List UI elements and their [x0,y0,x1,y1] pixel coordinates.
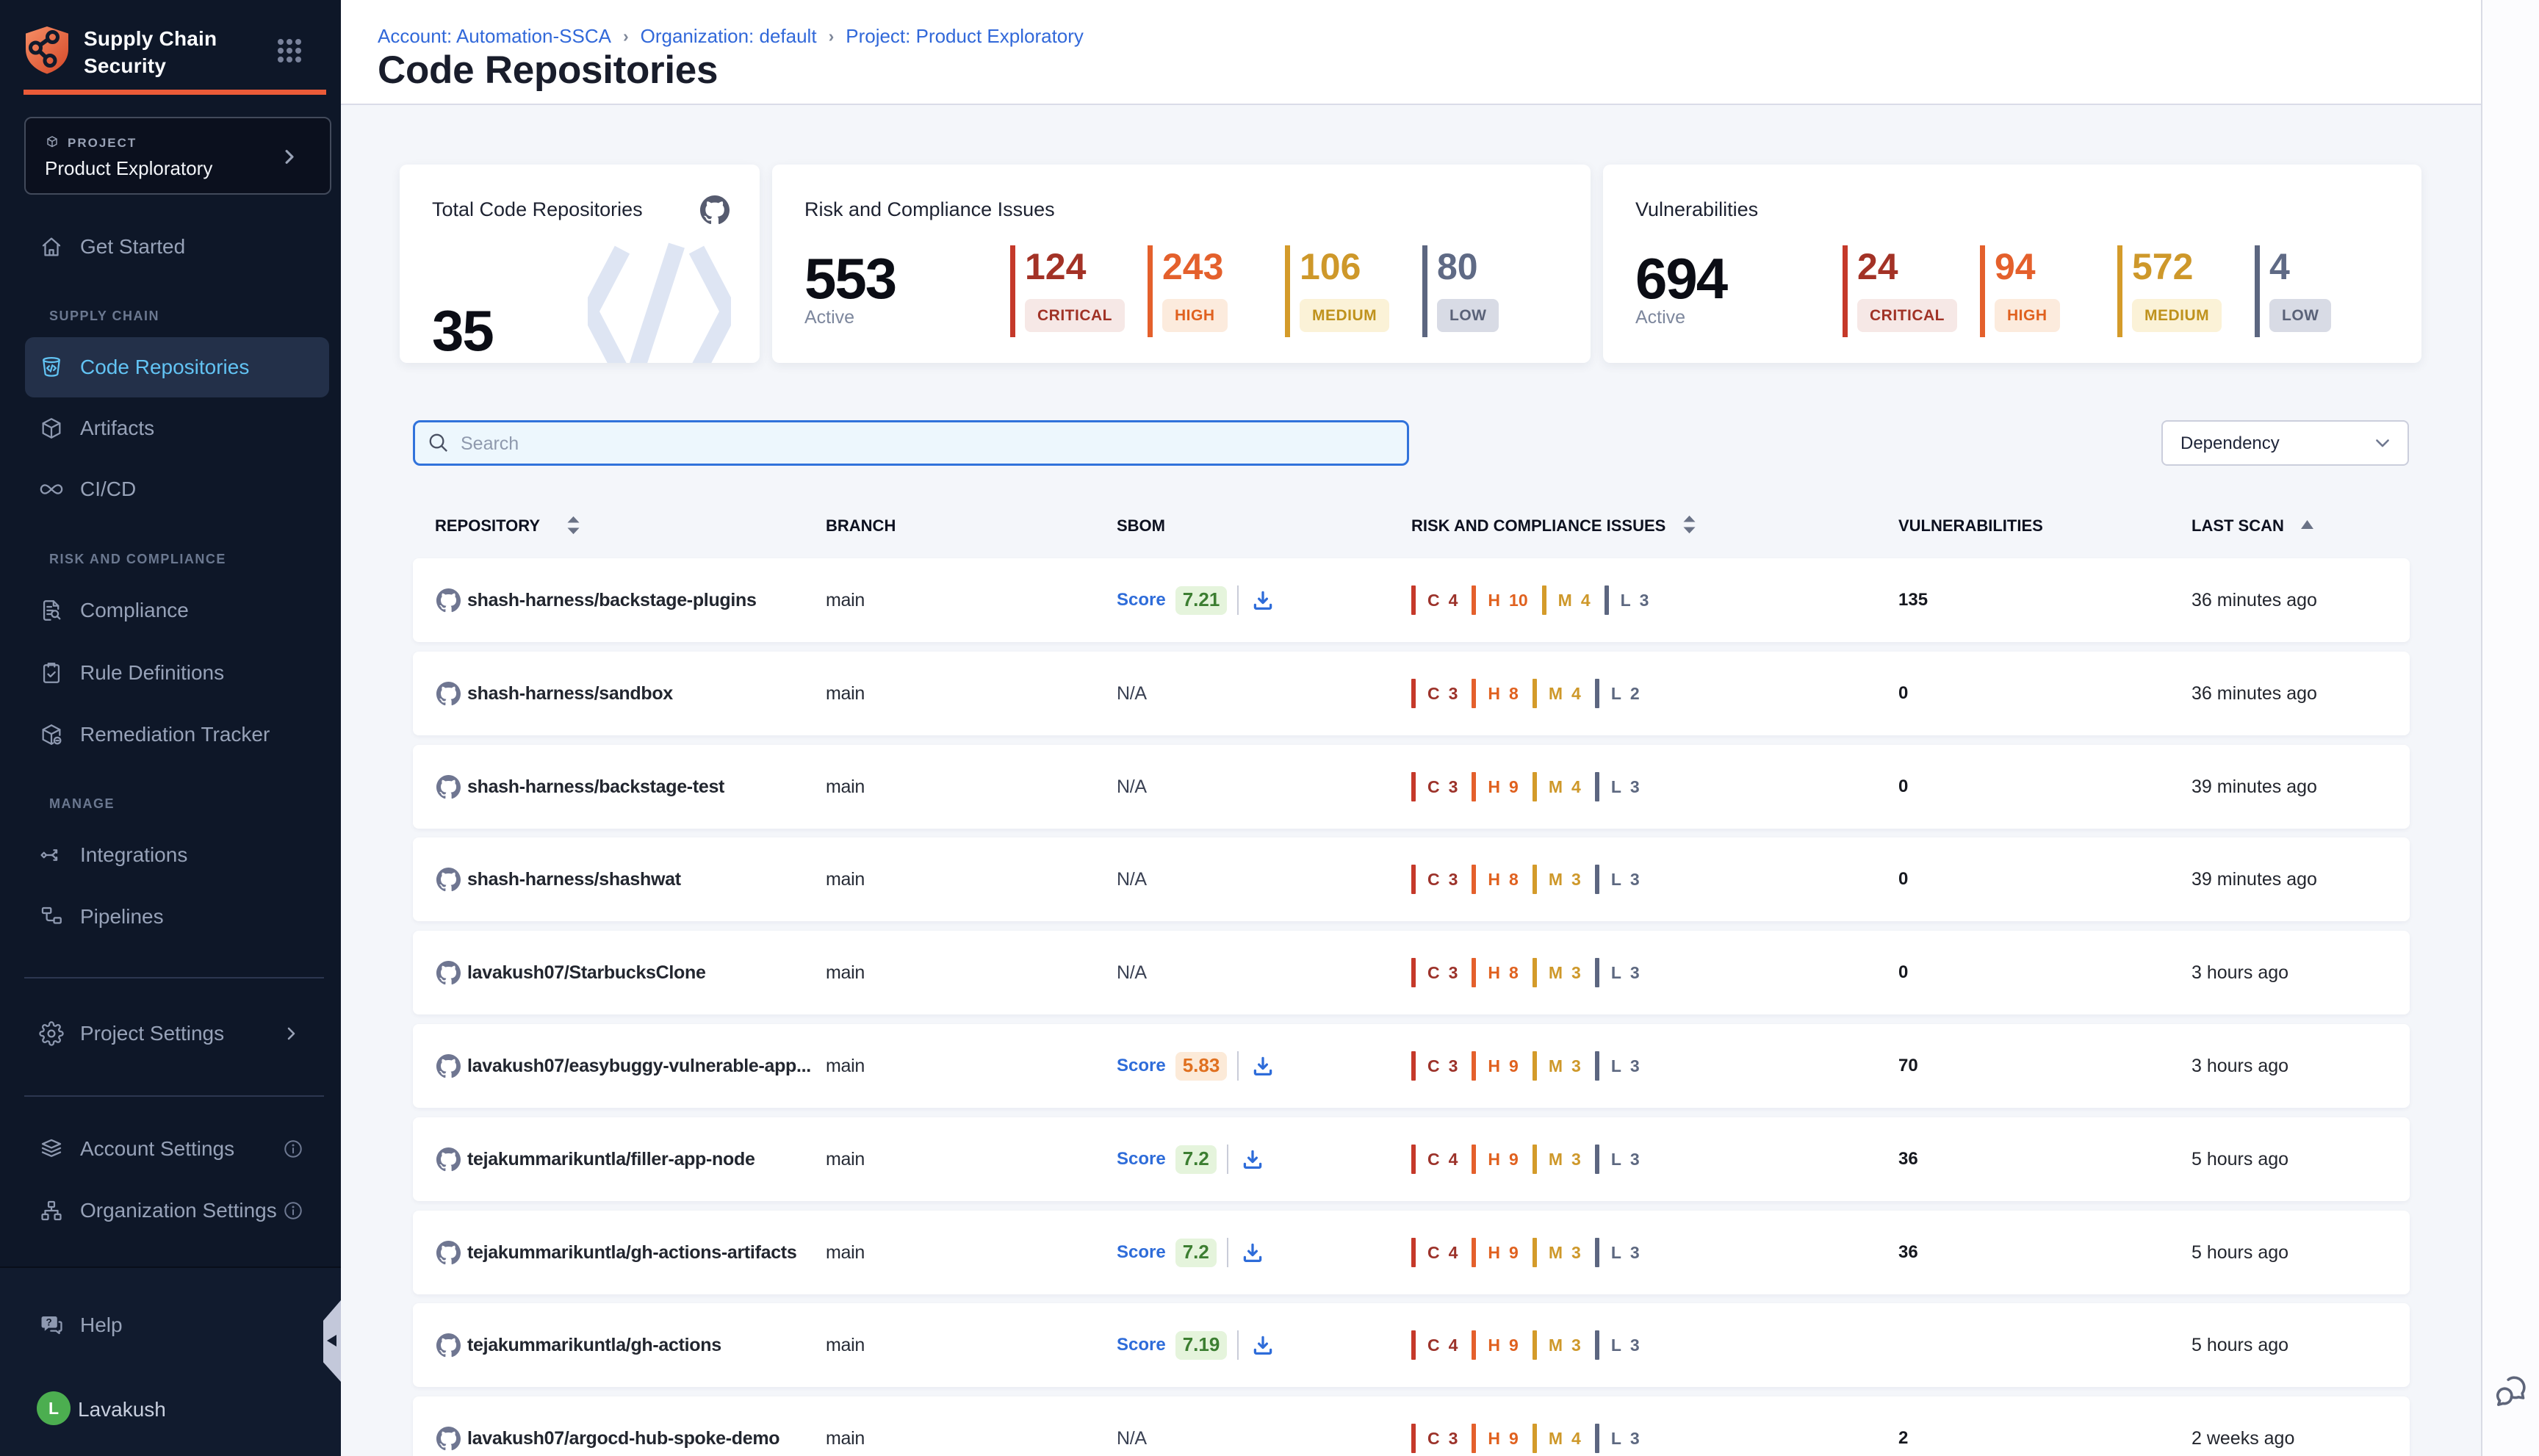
svg-text:?: ? [46,1317,51,1328]
